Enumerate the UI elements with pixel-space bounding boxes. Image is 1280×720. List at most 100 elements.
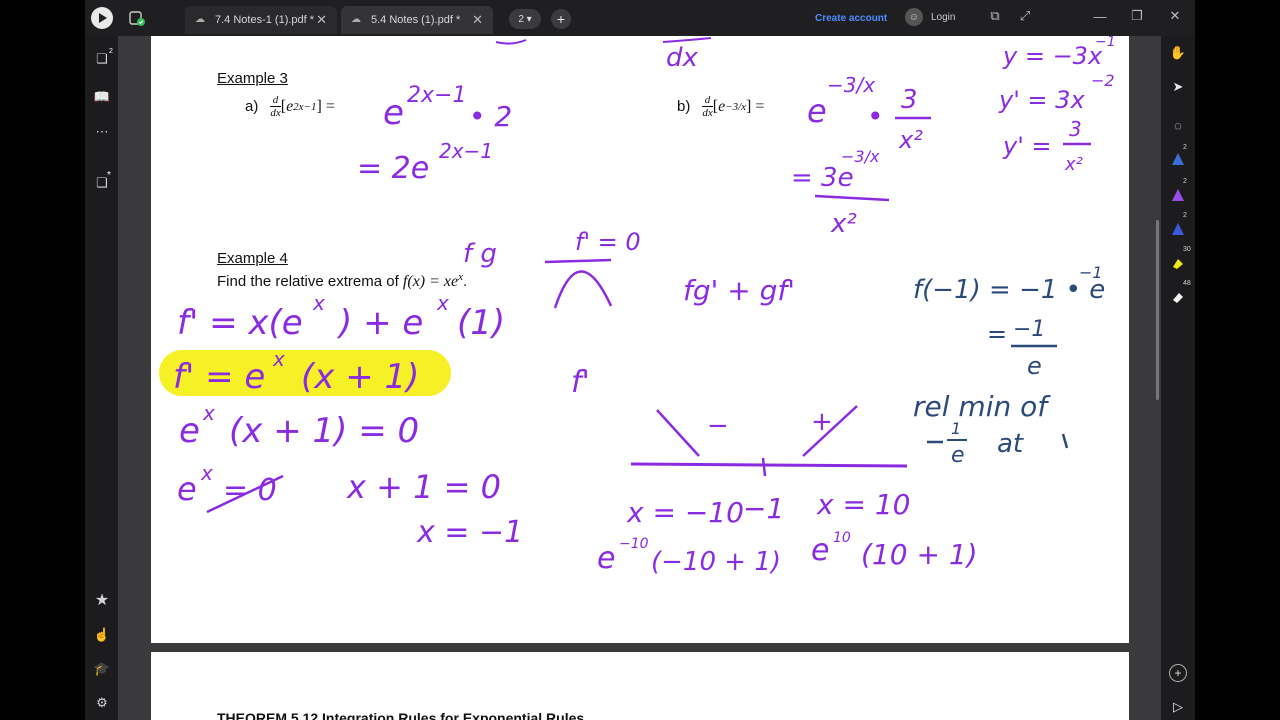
ink-b-result-num: = 3e [791,163,854,193]
ink-side-y2: y' = 3x [998,86,1085,114]
ink-eval-left: e [597,541,615,576]
ink-side-y1: y = −3x [1002,42,1103,70]
ink-line2-rest: (x + 1) [301,357,419,397]
tab-5-4-notes[interactable]: ☁ 5.4 Notes (1).pdf * ✕ [341,6,493,34]
ink-side-y1-exp: −1 [1095,36,1116,50]
ink-line1-exp2: x [436,291,449,315]
ink-f-neg1-eq: = [987,320,1007,348]
ink-rel-min-num: 1 [951,419,961,438]
left-sidebar: ❏ 2 📖 ⋯ ❏ * ★ ☝ 🎓 ⚙ [85,36,118,720]
ink-rel-min-den: e [951,443,965,468]
next-page-heading: THEOREM 5.12 Integration Rules for Expon… [217,710,585,720]
close-icon[interactable]: ✕ [472,12,483,28]
minimize-icon[interactable]: — [1090,6,1110,26]
ink-fraction-bar [814,194,890,202]
cloud-sync-icon[interactable] [127,8,147,28]
pdf-page-1: Example 3 a) d dx [e 2x−1] = b) d dx [e −3/x… [151,36,1129,643]
eraser-icon[interactable] [1167,286,1189,308]
ink-b-step1-times: • [867,100,884,133]
app-logo-icon[interactable] [91,7,113,29]
ink-number-line [630,462,908,468]
ink-line5: x = −1 [416,515,523,550]
gesture-icon[interactable]: ☝ [91,624,113,646]
tool-count: 48 [1183,280,1191,287]
ink-line1-end: (1) [457,303,505,343]
reader-icon[interactable]: 📖 [91,86,113,108]
ink-stroke [662,37,712,43]
lasso-icon[interactable]: ◌ [1167,114,1189,136]
ink-line2-exp: x [272,347,285,371]
vertical-scrollbar[interactable] [1156,220,1159,400]
login-button[interactable]: ☺ Login [905,8,955,26]
learn-icon[interactable]: 🎓 [91,658,113,680]
pen-purple-icon[interactable] [1167,184,1189,206]
close-window-icon[interactable]: ✕ [1165,6,1185,26]
ink-tick-left: x = −10 [626,496,744,529]
ink-b-frac-num: 3 [901,85,918,115]
pdf-page-2: THEOREM 5.12 Integration Rules for Expon… [151,652,1129,720]
ink-a-step2: = 2e [357,151,429,186]
pages-badge: 2 [109,48,113,55]
ink-b-result-den: x² [830,209,857,239]
ink-annotation-layer: dx e 2x−1 • 2 = 2e 2x−1 e −3/x • 3 x² = … [159,36,1116,577]
ink-eval-right-rest: (10 + 1) [861,538,978,571]
tab-count: 2 [518,13,524,25]
ink-eval-left-exp: −10 [619,536,649,552]
more-icon[interactable]: ⋯ [91,121,113,143]
ink-rel-min: rel min of [913,390,1051,423]
ink-line4-b: x + 1 = 0 [346,468,501,506]
ink-stroke [1061,433,1069,449]
ink-f-neg1: f(−1) = −1 • e [913,275,1105,305]
new-tab-button[interactable]: + [551,9,571,29]
ink-line4: e [177,470,197,508]
ink-line4-exp: x [200,461,213,485]
close-icon[interactable]: ✕ [316,12,327,28]
pen-blue-icon[interactable] [1167,148,1189,170]
ink-eval-right: e [811,533,829,568]
ink-decreasing-stroke [656,409,700,457]
ink-a-step2-exp: 2x−1 [439,139,493,163]
ink-f-neg1-num: −1 [1013,317,1045,342]
star-icon[interactable]: ★ [91,589,113,611]
ink-stroke [495,39,527,45]
ink-f-neg1-den: e [1027,352,1042,380]
tab-7-4-notes[interactable]: ☁ 7.4 Notes-1 (1).pdf * ✕ [185,6,337,34]
tool-count: 2 [1183,178,1187,185]
tool-count: 30 [1183,246,1191,253]
ink-b-step1: e [807,92,827,130]
hand-tool-icon[interactable]: ✋ [1167,42,1189,64]
ink-a-step1-exp: 2x−1 [407,83,466,108]
ink-f-neg1-exp: −1 [1079,263,1103,282]
tab-count-dropdown[interactable]: 2 ▾ [509,9,541,29]
share-icon[interactable]: ⧉ [985,6,1005,26]
right-toolbar: ✋ ➤ ◌ 2 2 2 30 48 + ▷ [1161,36,1195,720]
select-arrow-icon[interactable]: ➤ [1167,76,1189,98]
pen-navy-icon[interactable] [1167,218,1189,240]
ink-side-y3-den: x² [1064,154,1083,175]
ink-side-y3-num: 3 [1069,117,1082,141]
settings-icon[interactable]: ⚙ [91,692,113,714]
ink-tick-right: x = 10 [816,488,910,521]
login-label: Login [931,11,956,23]
ink-b-step1-exp: −3/x [827,73,875,97]
ink-eval-right-exp: 10 [833,530,851,546]
ink-top-dx: dx [666,43,699,73]
tab-label: 5.4 Notes (1).pdf * [371,14,461,26]
play-icon[interactable]: ▷ [1167,696,1189,718]
create-account-link[interactable]: Create account [815,13,887,24]
highlighter-icon[interactable] [1167,252,1189,274]
fullscreen-icon[interactable]: ⤢ [1015,6,1035,26]
cloud-off-icon: ☁ [351,14,361,25]
ink-tick-mid: −1 [743,492,784,525]
ink-rel-min-at: at [997,429,1024,459]
restore-icon[interactable]: ❐ [1127,6,1147,26]
ink-tick [761,457,767,477]
ink-side-y3: y' = [1002,132,1052,160]
ink-sign-minus: − [707,411,729,441]
add-tool-icon[interactable]: + [1169,664,1187,682]
ink-a-step1-times: • 2 [469,100,512,133]
ink-eval-left-rest: (−10 + 1) [651,547,781,577]
cloud-off-icon: ☁ [195,14,205,25]
ink-line3: e [179,411,200,451]
ink-line1-rest: ) + e [336,303,423,343]
